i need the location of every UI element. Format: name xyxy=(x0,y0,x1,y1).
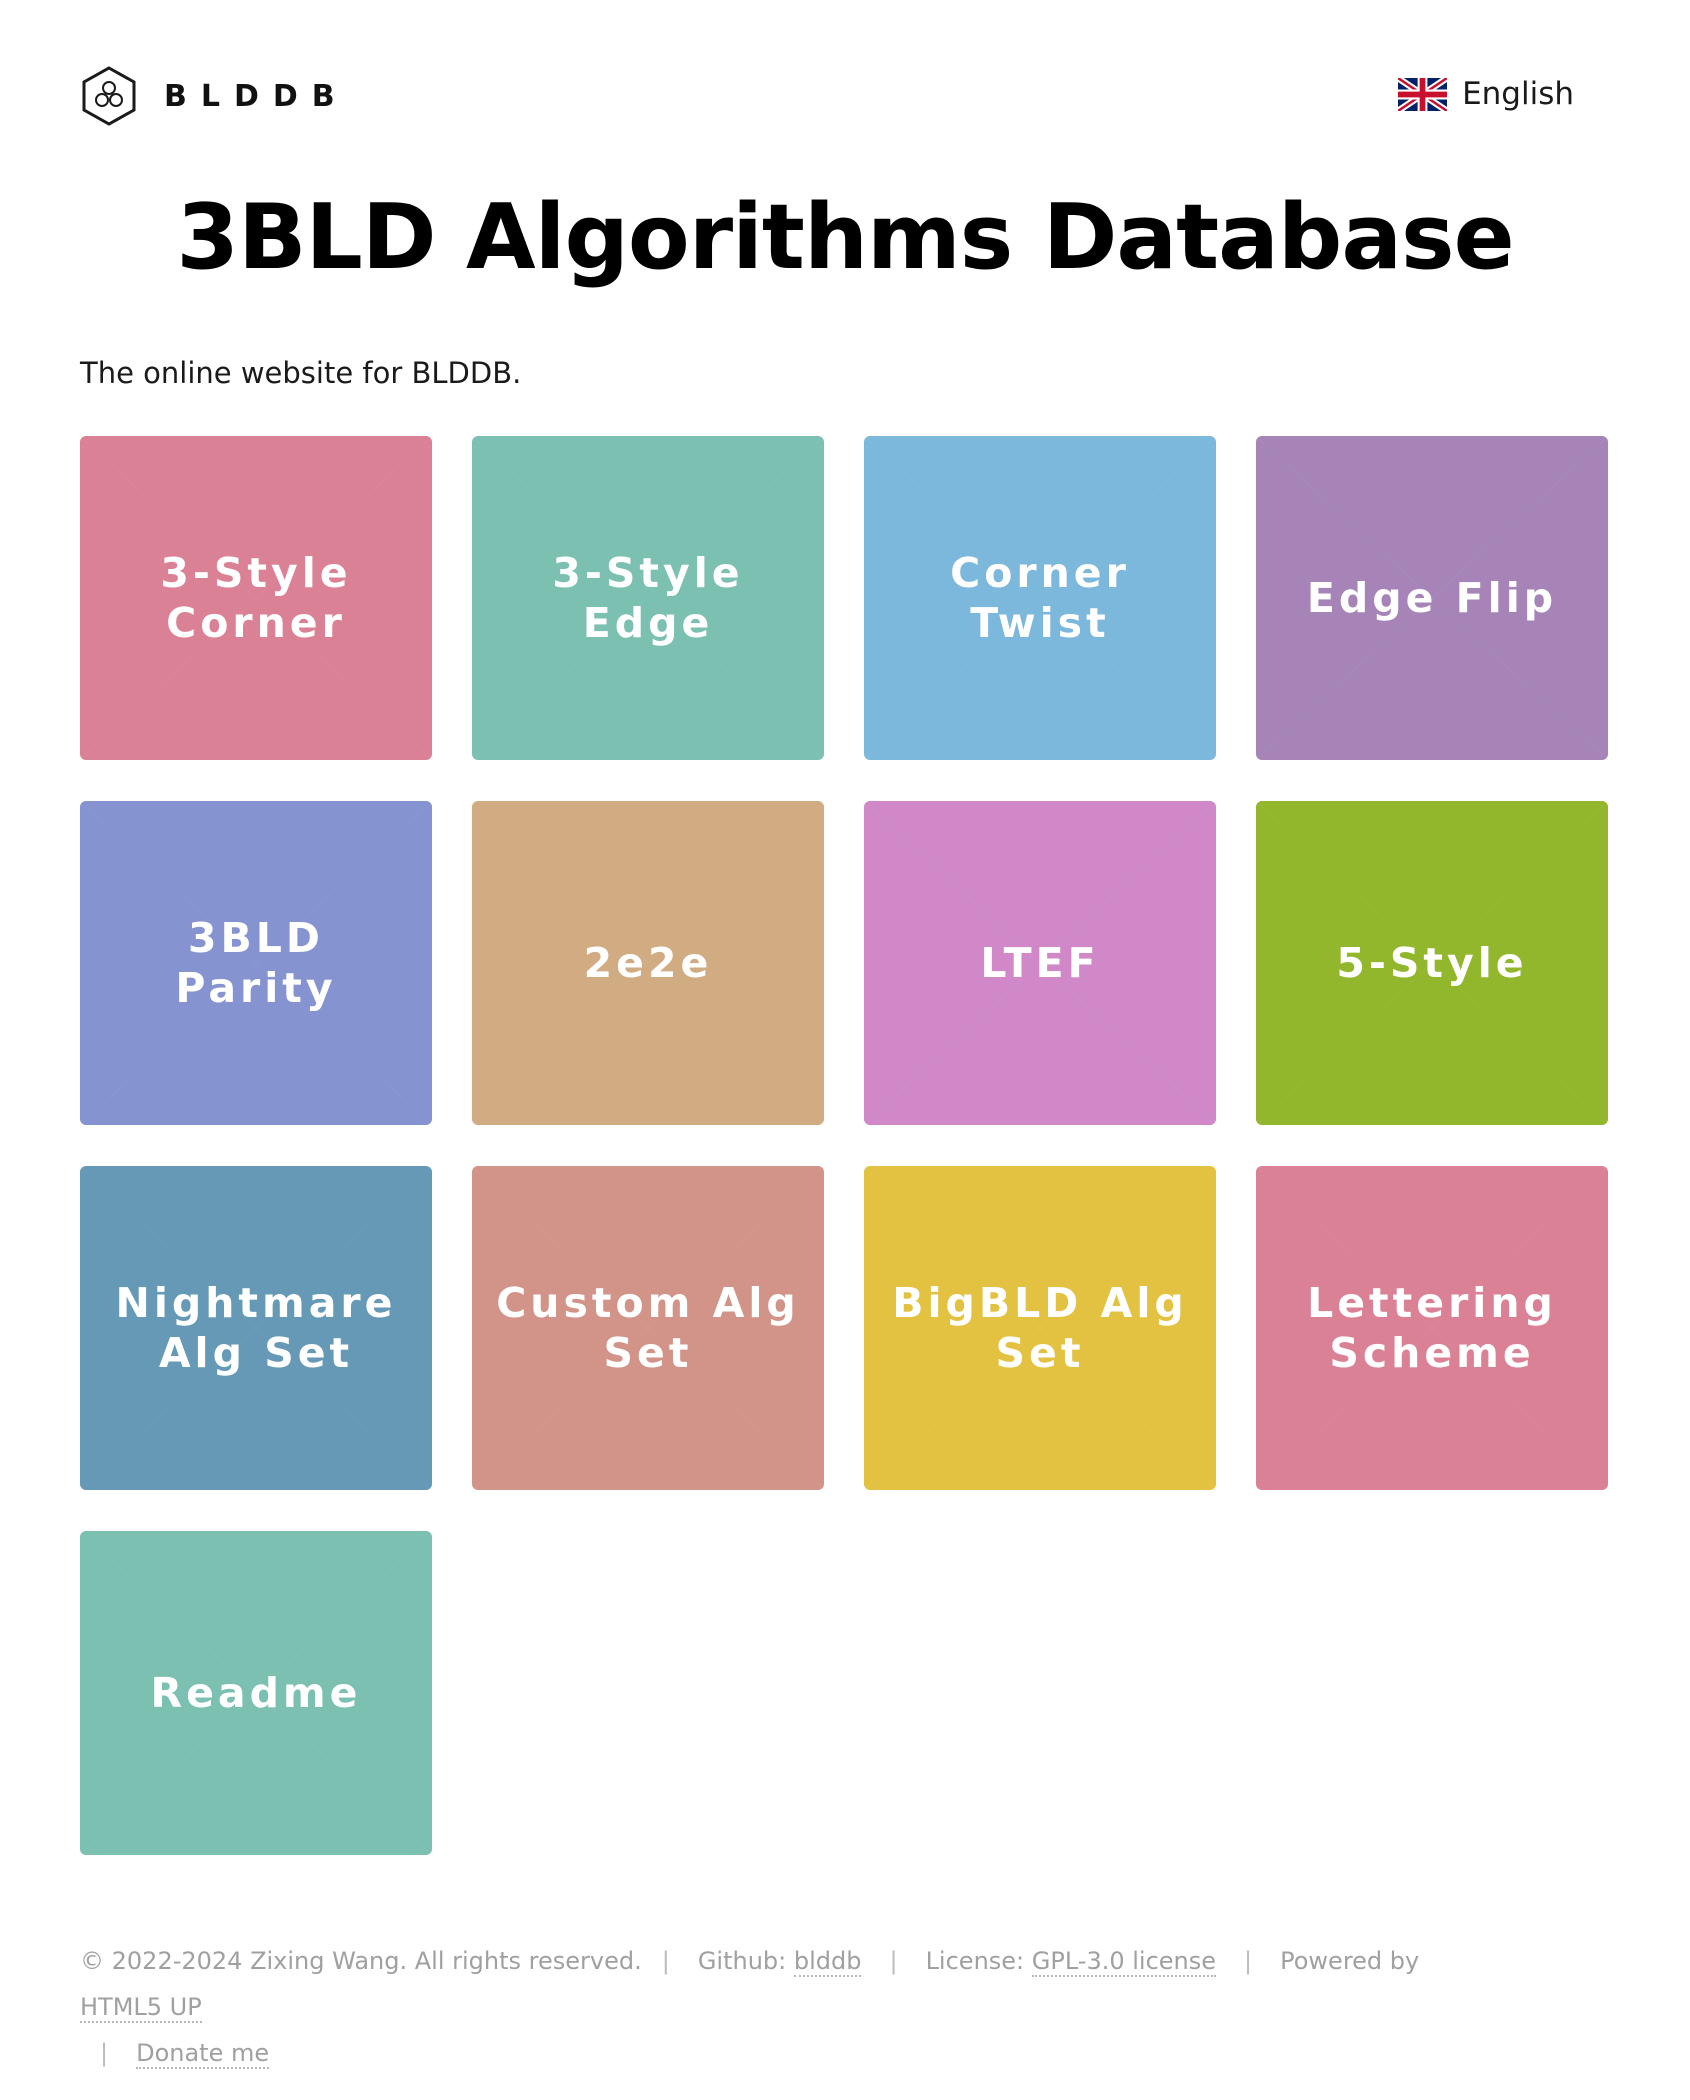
license-link[interactable]: GPL-3.0 license xyxy=(1031,1947,1217,1977)
tile-label: 2e2e xyxy=(583,939,713,987)
footer-license: License: GPL-3.0 license xyxy=(925,1947,1217,1977)
tile-link[interactable]: Custom Alg Set xyxy=(472,1166,824,1490)
tile-link[interactable]: Readme xyxy=(80,1531,432,1855)
tile-link[interactable]: 3-Style Edge xyxy=(472,436,824,760)
tile-label: 3-Style Corner xyxy=(160,549,352,647)
github-link[interactable]: blddb xyxy=(793,1947,862,1977)
footer-powered-prefix: Powered by xyxy=(1280,1947,1420,1975)
tile-link[interactable]: 2e2e xyxy=(472,801,824,1125)
footer-github: Github: blddb xyxy=(698,1947,862,1977)
tile-label: LTEF xyxy=(980,939,1100,987)
footer-separator: | xyxy=(661,1947,670,1975)
tile-link[interactable]: LTEF xyxy=(864,801,1216,1125)
tile-label: 3BLD Parity xyxy=(175,914,337,1012)
hexagon-cube-logo-icon xyxy=(82,66,136,126)
footer-copyright: © 2022-2024 Zixing Wang. All rights rese… xyxy=(80,1947,642,1975)
footer-separator: | xyxy=(1244,1947,1253,1975)
tile-grid: 3-Style Corner 3-Style Edge Corner Twist Ed… xyxy=(80,436,1608,1855)
tile-link[interactable]: Lettering Scheme xyxy=(1256,1166,1608,1490)
page-title: 3BLD Algorithms Database xyxy=(176,185,1514,290)
tile-label: Lettering Scheme xyxy=(1307,1279,1557,1377)
tile-label: Corner Twist xyxy=(950,549,1130,647)
brand-logo-link[interactable]: BLDDB xyxy=(80,64,349,128)
footer-line-2: | Donate me xyxy=(80,2030,1500,2076)
tile-label: 5-Style xyxy=(1336,939,1528,987)
brand-name: BLDDB xyxy=(164,78,349,114)
language-selector[interactable]: English xyxy=(1398,76,1574,112)
tile-label: 3-Style Edge xyxy=(552,549,744,647)
tile-label: BigBLD Alg Set xyxy=(892,1279,1188,1377)
tile-label: Readme xyxy=(150,1669,362,1717)
tile-link[interactable]: Edge Flip xyxy=(1256,436,1608,760)
tile-link[interactable]: 3BLD Parity xyxy=(80,801,432,1125)
tile-link[interactable]: 3-Style Corner xyxy=(80,436,432,760)
language-label: English xyxy=(1462,76,1574,112)
footer-license-prefix: License: xyxy=(925,1947,1032,1975)
footer-github-prefix: Github: xyxy=(697,1947,794,1975)
footer: © 2022-2024 Zixing Wang. All rights rese… xyxy=(80,1938,1500,2076)
tile-link[interactable]: Corner Twist xyxy=(864,436,1216,760)
tile-link[interactable]: BigBLD Alg Set xyxy=(864,1166,1216,1490)
tile-label: Edge Flip xyxy=(1306,574,1558,622)
tile-label: Custom Alg Set xyxy=(496,1279,800,1377)
html5up-link[interactable]: HTML5 UP xyxy=(80,1993,202,2023)
tile-label: Nightmare Alg Set xyxy=(115,1279,397,1377)
footer-separator: | xyxy=(100,2039,109,2067)
page: BLDDB English 3BLD Algorithms Database T… xyxy=(0,0,1690,2100)
tile-link[interactable]: 5-Style xyxy=(1256,801,1608,1125)
tile-link[interactable]: Nightmare Alg Set xyxy=(80,1166,432,1490)
footer-separator: | xyxy=(889,1947,898,1975)
page-subtitle: The online website for BLDDB. xyxy=(80,356,522,390)
donate-link[interactable]: Donate me xyxy=(136,2039,270,2069)
uk-flag-icon xyxy=(1398,77,1448,111)
